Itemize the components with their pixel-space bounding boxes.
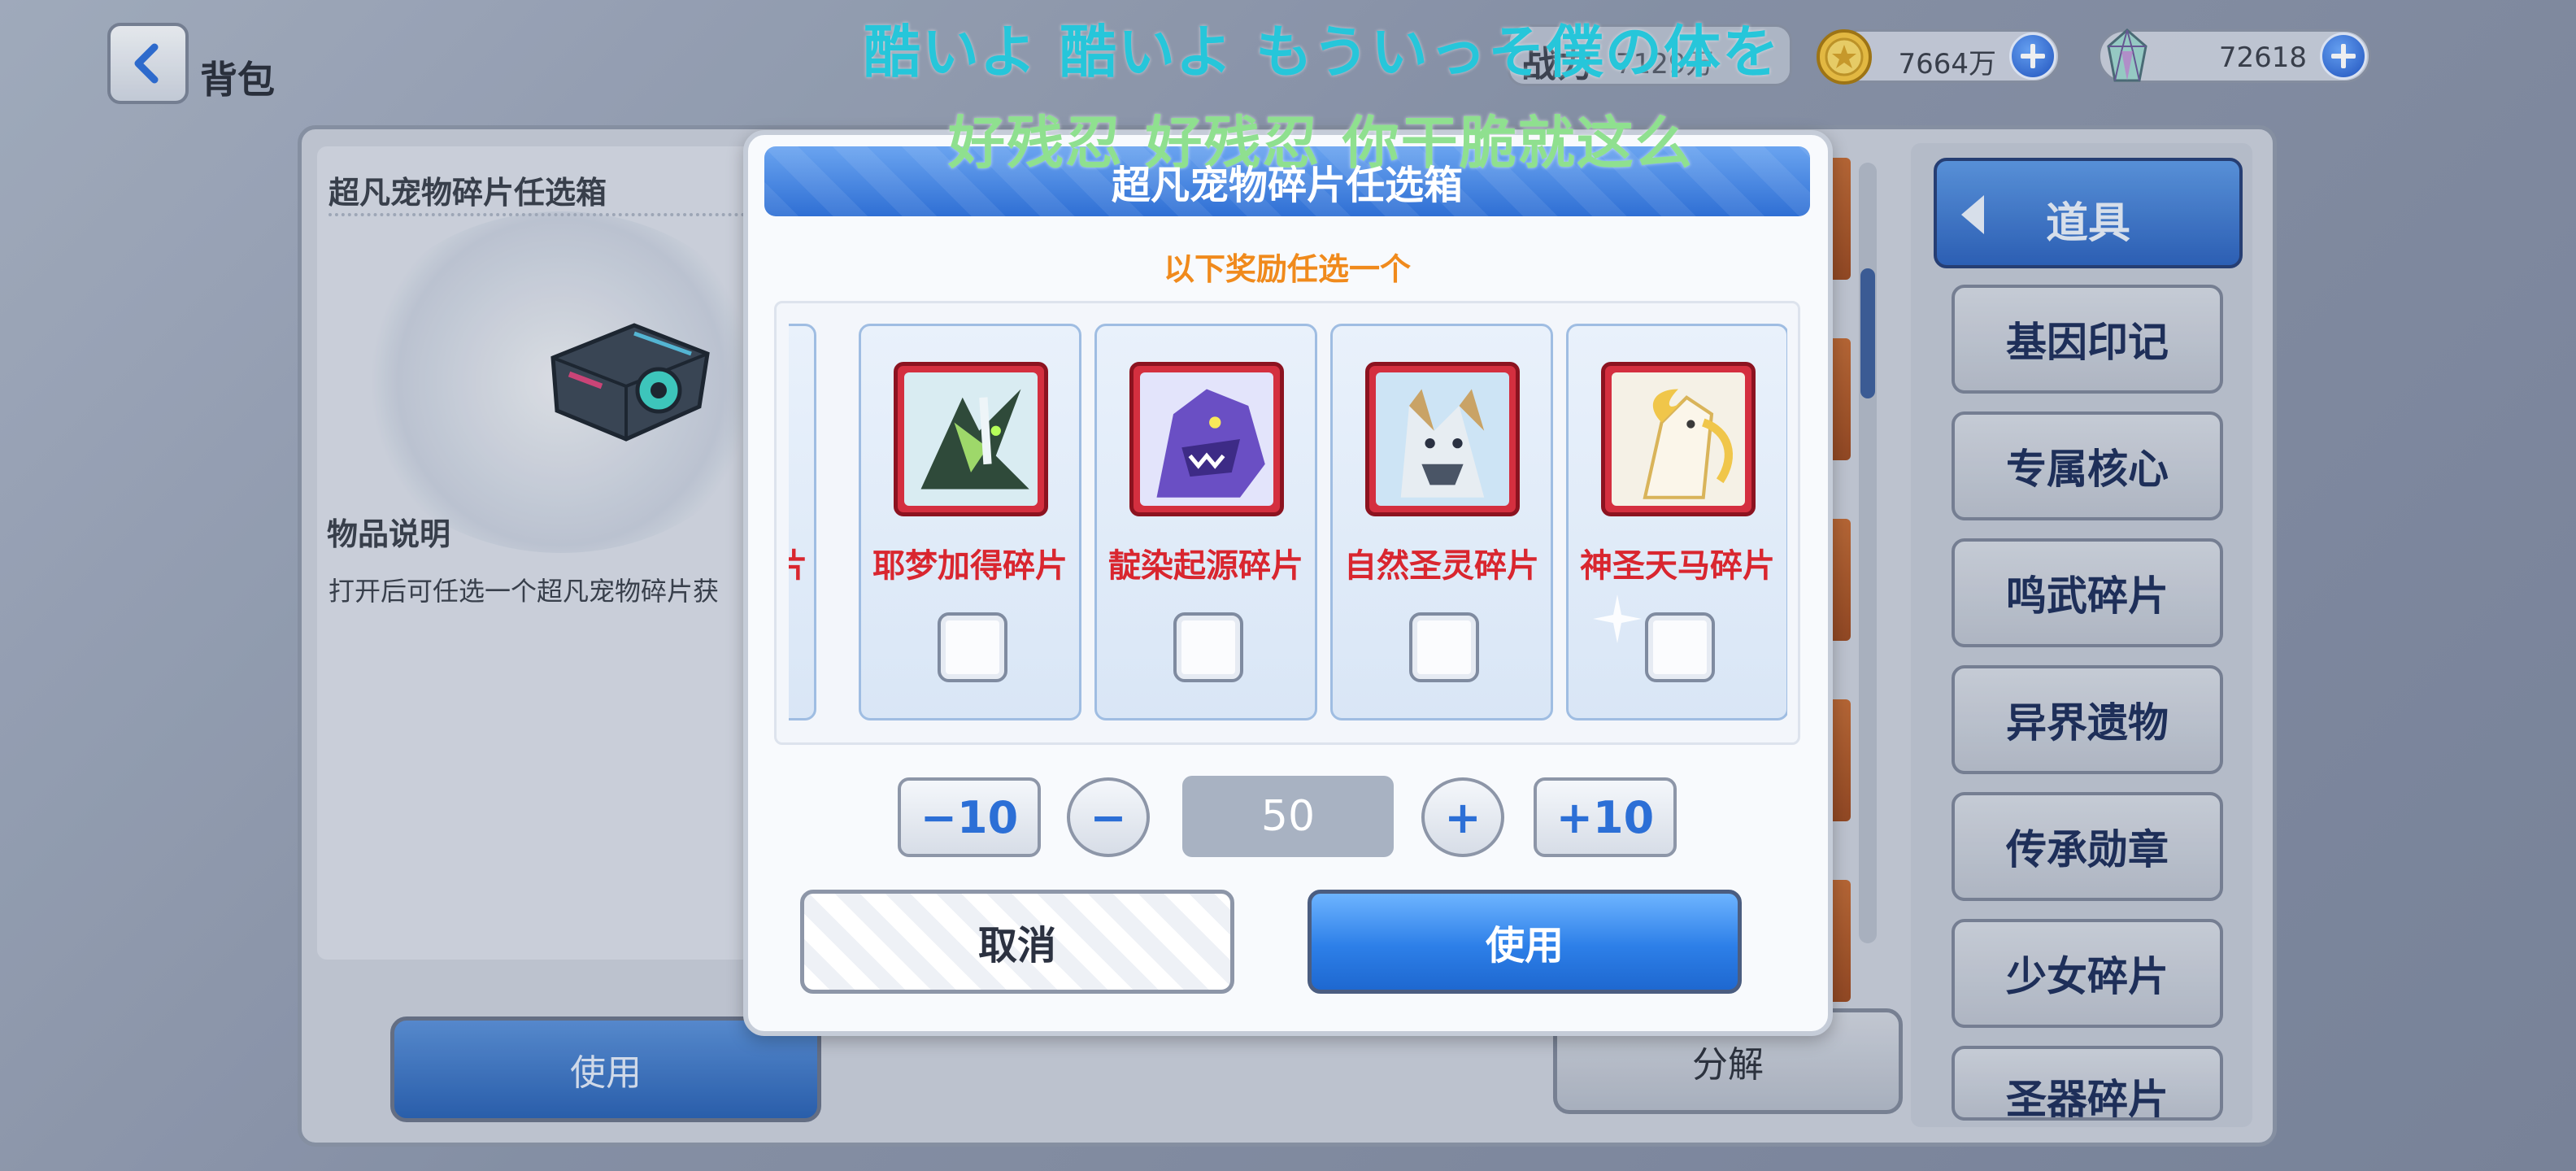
plus-button[interactable]: + bbox=[1421, 777, 1504, 857]
reward-name: 神圣天马碎片 bbox=[1580, 547, 1775, 585]
reward-portrait bbox=[1601, 362, 1756, 516]
lyrics-line-original: 酷いよ 酷いよ もういっそ僕の体を bbox=[864, 19, 1781, 85]
minus-ten-button[interactable]: −10 bbox=[898, 777, 1041, 857]
reward-name: 耶梦加得碎片 bbox=[872, 547, 1068, 585]
reward-name: 自然圣灵碎片 bbox=[1344, 547, 1539, 585]
reward-portrait bbox=[1365, 362, 1520, 516]
reward-checkbox[interactable] bbox=[938, 612, 1007, 682]
reward-card[interactable]: 耶梦加得碎片 bbox=[859, 324, 1081, 720]
dragon-purple-portrait-icon bbox=[1140, 372, 1273, 506]
dialog-subtitle: 以下奖励任选一个 bbox=[1163, 251, 1411, 287]
plus-ten-button[interactable]: +10 bbox=[1534, 777, 1677, 857]
reward-card[interactable]: 自然圣灵碎片 bbox=[1330, 324, 1553, 720]
reward-name: 靛染起源碎片 bbox=[1108, 547, 1303, 585]
reward-card[interactable]: 神圣天马碎片 bbox=[1566, 324, 1787, 720]
pegasus-portrait-icon bbox=[1612, 372, 1745, 506]
cancel-button[interactable]: 取消 bbox=[800, 890, 1234, 994]
wolf-portrait-icon bbox=[1376, 372, 1509, 506]
minus-button[interactable]: − bbox=[1067, 777, 1150, 857]
reward-checkbox[interactable] bbox=[1409, 612, 1479, 682]
dragon-green-portrait-icon bbox=[904, 372, 1038, 506]
reward-portrait bbox=[1129, 362, 1284, 516]
sparkle-icon bbox=[1593, 594, 1642, 643]
reward-name: …碎片 bbox=[789, 547, 807, 585]
reward-checkbox[interactable] bbox=[1645, 612, 1715, 682]
dialog-title-text: 超凡宠物碎片任选箱 bbox=[1111, 163, 1463, 208]
reward-list[interactable]: …碎片 耶梦加得碎片 靛染起源碎片 bbox=[789, 324, 1787, 725]
reward-card[interactable]: …碎片 bbox=[789, 324, 816, 720]
reward-checkbox[interactable] bbox=[1173, 612, 1243, 682]
reward-card[interactable]: 靛染起源碎片 bbox=[1094, 324, 1317, 720]
confirm-use-button[interactable]: 使用 bbox=[1308, 890, 1742, 994]
quantity-field[interactable]: 50 bbox=[1182, 776, 1394, 857]
reward-portrait bbox=[894, 362, 1048, 516]
